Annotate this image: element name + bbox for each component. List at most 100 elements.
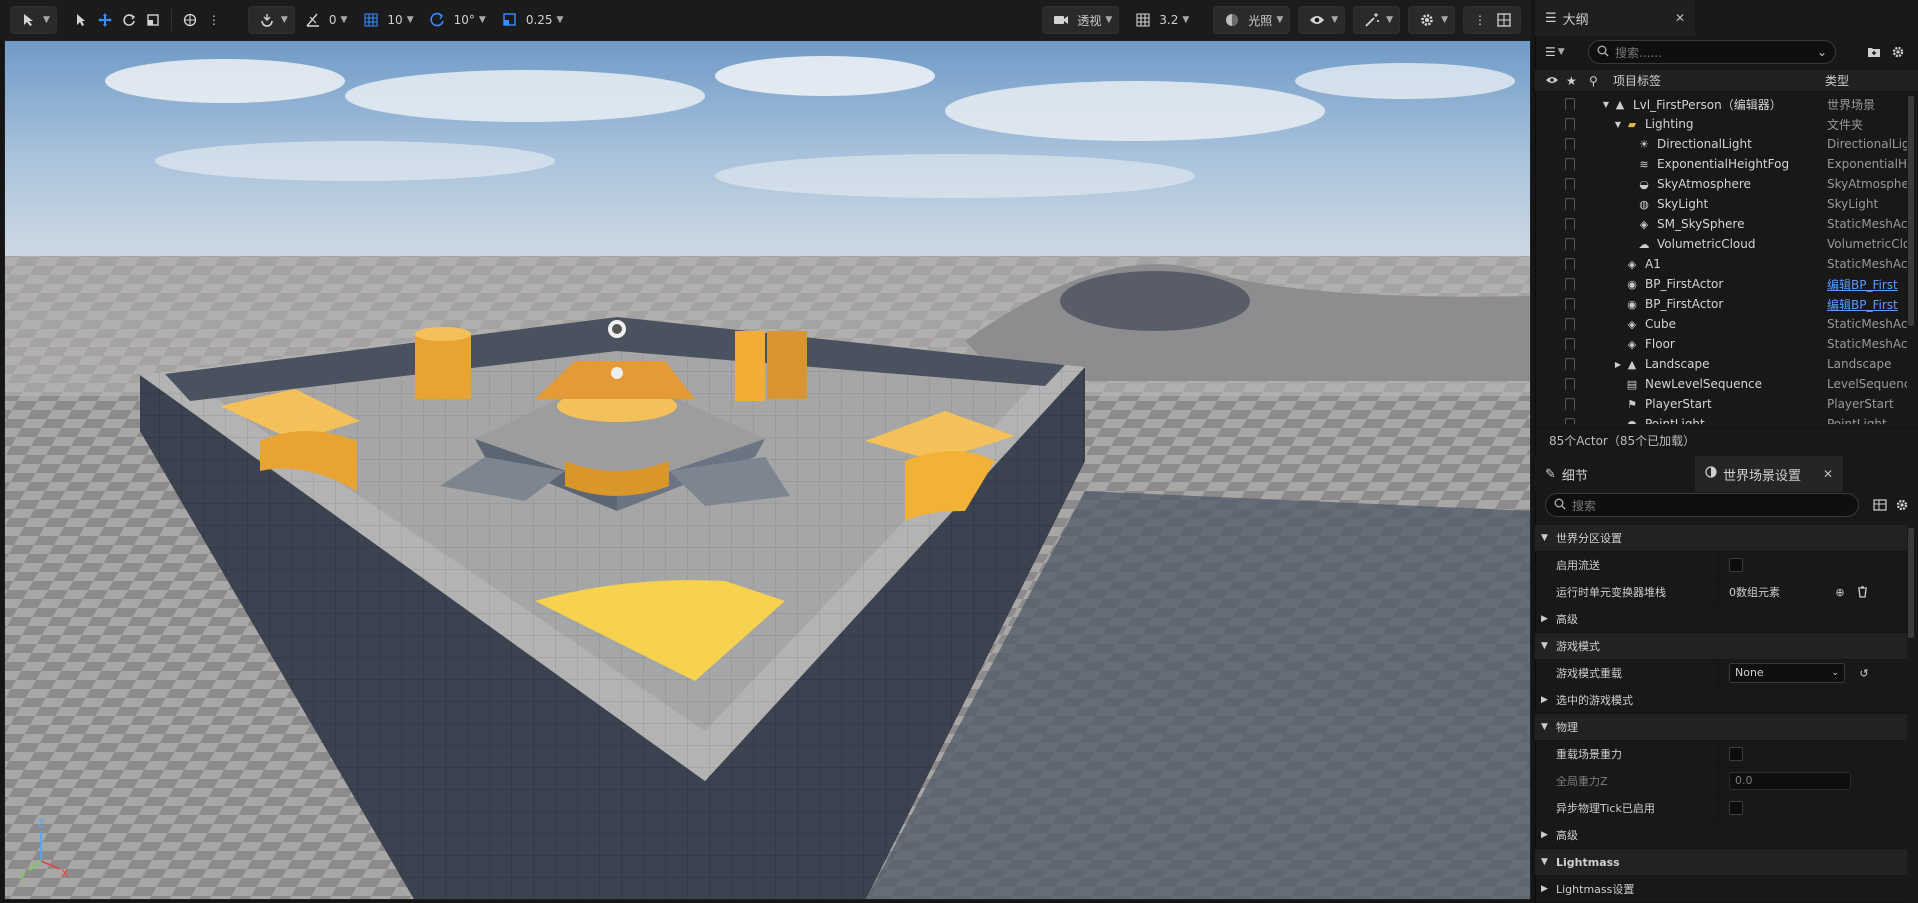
pin-icon[interactable] <box>1565 358 1575 370</box>
outliner-row[interactable]: ● PointLight PointLight <box>1535 414 1918 424</box>
visibility-column-icon[interactable] <box>1545 74 1559 88</box>
property-row[interactable]: ▶ 选中的游戏模式 <box>1535 687 1907 714</box>
pin-icon[interactable] <box>1565 398 1575 410</box>
close-icon[interactable]: ✕ <box>1675 11 1685 25</box>
settings-icon[interactable] <box>1894 497 1910 513</box>
world-local-icon[interactable] <box>180 10 200 30</box>
property-row[interactable]: ▶ 高级 <box>1535 606 1907 633</box>
tab-outliner[interactable]: ☰ 大纲 ✕ <box>1535 0 1695 36</box>
pin-icon[interactable] <box>1565 198 1575 210</box>
grid-snap-button[interactable]: 10 ▼ <box>353 6 419 34</box>
pin-icon[interactable] <box>1565 178 1575 190</box>
close-icon[interactable]: ✕ <box>1823 467 1833 481</box>
column-label[interactable]: 项目标签 <box>1613 72 1661 89</box>
pin-icon[interactable] <box>1565 278 1575 290</box>
outliner-row[interactable]: ▤ NewLevelSequence LevelSequenc <box>1535 374 1918 394</box>
outliner-row[interactable]: ▼ ▰ Lighting 文件夹 <box>1535 114 1918 134</box>
property-row[interactable]: ▶ 高级 <box>1535 822 1907 849</box>
expand-arrow-icon[interactable]: ▶ <box>1541 830 1548 840</box>
outliner-row[interactable]: ◈ Floor StaticMeshAc <box>1535 334 1918 354</box>
settings-icon[interactable] <box>1890 44 1906 60</box>
outliner-row[interactable]: ≋ ExponentialHeightFog ExponentialHe <box>1535 154 1918 174</box>
pin-icon[interactable] <box>1565 218 1575 230</box>
collapse-arrow-icon[interactable]: ▼ <box>1541 533 1548 543</box>
expand-arrow-icon[interactable]: ▶ <box>1541 695 1548 705</box>
rotation-snap-button[interactable]: 10° ▼ <box>420 6 492 34</box>
outliner-row[interactable]: ◉ BP_FirstActor 编辑BP_First <box>1535 294 1918 314</box>
rotate-icon[interactable] <box>119 10 139 30</box>
collapse-arrow-icon[interactable]: ▼ <box>1599 97 1613 111</box>
level-viewport[interactable]: Z X Y <box>4 40 1531 900</box>
pin-icon[interactable] <box>1565 318 1575 330</box>
table-view-icon[interactable] <box>1872 497 1888 513</box>
collapse-arrow-icon[interactable]: ▼ <box>1541 722 1548 732</box>
outliner-row[interactable]: ◉ BP_FirstActor 编辑BP_First <box>1535 274 1918 294</box>
expand-arrow-icon[interactable]: ▶ <box>1541 884 1548 894</box>
filter-button[interactable]: ☰ ▼ <box>1545 40 1573 64</box>
gravity-z-field[interactable]: 0.0 <box>1729 772 1851 790</box>
outliner-scrollbar[interactable] <box>1908 96 1914 326</box>
pin-icon[interactable] <box>1565 378 1575 390</box>
add-element-icon[interactable]: ⊕ <box>1832 584 1848 600</box>
property-checkbox[interactable] <box>1729 801 1743 815</box>
details-scrollbar[interactable] <box>1908 528 1914 638</box>
outliner-row[interactable]: ◈ SM_SkySphere StaticMeshAc <box>1535 214 1918 234</box>
angle-snap-button[interactable]: 0 ▼ <box>295 6 354 34</box>
outliner-row[interactable]: ◍ SkyLight SkyLight <box>1535 194 1918 214</box>
game-mode-dropdown[interactable]: None ⌄ <box>1729 663 1845 683</box>
layout-icon[interactable] <box>1494 10 1514 30</box>
collapse-arrow-icon[interactable]: ▼ <box>1611 117 1625 131</box>
pin-icon[interactable] <box>1565 98 1575 110</box>
pin-icon[interactable] <box>1565 338 1575 350</box>
pin-icon[interactable] <box>1565 258 1575 270</box>
chevron-down-icon[interactable]: ⌄ <box>1817 45 1827 59</box>
view-mode-button[interactable]: 透视 ▼ <box>1042 6 1120 34</box>
pin-icon[interactable] <box>1565 418 1575 424</box>
tab-details[interactable]: ✎ 细节 <box>1535 456 1695 492</box>
select-arrow-icon[interactable] <box>71 10 91 30</box>
column-type[interactable]: 类型 <box>1825 72 1849 89</box>
scale-icon[interactable] <box>143 10 163 30</box>
outliner-row[interactable]: ⚑ PlayerStart PlayerStart <box>1535 394 1918 414</box>
select-mode-button[interactable]: ▼ <box>10 6 57 34</box>
outliner-row[interactable]: ☀ DirectionalLight DirectionalLig <box>1535 134 1918 154</box>
reset-icon[interactable]: ↺ <box>1856 665 1872 681</box>
performance-button[interactable]: ▼ <box>1353 6 1401 34</box>
collapse-arrow-icon[interactable]: ▼ <box>1541 641 1548 651</box>
property-row[interactable]: ▶ Lightmass设置 <box>1535 876 1907 903</box>
show-flags-button[interactable]: ▼ <box>1298 6 1346 34</box>
surface-snap-button[interactable]: ▼ <box>247 6 295 34</box>
property-category[interactable]: ▼ Lightmass <box>1535 849 1907 876</box>
expand-arrow-icon[interactable]: ▶ <box>1611 357 1625 371</box>
property-category[interactable]: ▼ 游戏模式 <box>1535 633 1907 660</box>
pin-icon[interactable] <box>1565 158 1575 170</box>
viewport-menu-button[interactable]: ⋮ <box>1463 6 1521 34</box>
details-search-input[interactable]: 搜索 <box>1545 493 1859 517</box>
pin-column-icon[interactable]: ⚲ <box>1589 74 1598 88</box>
scale-snap-button[interactable]: 0.25 ▼ <box>492 6 570 34</box>
property-category[interactable]: ▼ 物理 <box>1535 714 1907 741</box>
outliner-row[interactable]: ☁ VolumetricCloud VolumetricClo <box>1535 234 1918 254</box>
outliner-row[interactable]: ◒ SkyAtmosphere SkyAtmosphe <box>1535 174 1918 194</box>
expand-arrow-icon[interactable]: ▶ <box>1541 614 1548 624</box>
more-options-icon[interactable]: ⋮ <box>204 10 224 30</box>
camera-speed-button[interactable]: 3.2 ▼ <box>1125 6 1195 34</box>
pin-icon[interactable] <box>1565 118 1575 130</box>
translate-icon[interactable] <box>95 10 115 30</box>
pin-icon[interactable] <box>1565 298 1575 310</box>
pin-icon[interactable] <box>1565 238 1575 250</box>
add-folder-icon[interactable] <box>1866 44 1882 60</box>
property-checkbox[interactable] <box>1729 747 1743 761</box>
delete-icon[interactable] <box>1854 584 1870 600</box>
viewport-settings-button[interactable]: ▼ <box>1408 6 1455 34</box>
outliner-row[interactable]: ◈ Cube StaticMeshAc <box>1535 314 1918 334</box>
outliner-row[interactable]: ▶ ▲ Landscape Landscape <box>1535 354 1918 374</box>
edit-blueprint-link[interactable]: 编辑BP_First <box>1827 296 1907 313</box>
collapse-arrow-icon[interactable]: ▼ <box>1541 857 1548 867</box>
pin-icon[interactable] <box>1565 138 1575 150</box>
property-category[interactable]: ▼ 世界分区设置 <box>1535 525 1907 552</box>
outliner-search-input[interactable]: 搜索...... ⌄ <box>1588 40 1836 64</box>
tab-world-settings[interactable]: 世界场景设置 ✕ <box>1695 456 1843 492</box>
edit-blueprint-link[interactable]: 编辑BP_First <box>1827 276 1907 293</box>
property-checkbox[interactable] <box>1729 558 1743 572</box>
